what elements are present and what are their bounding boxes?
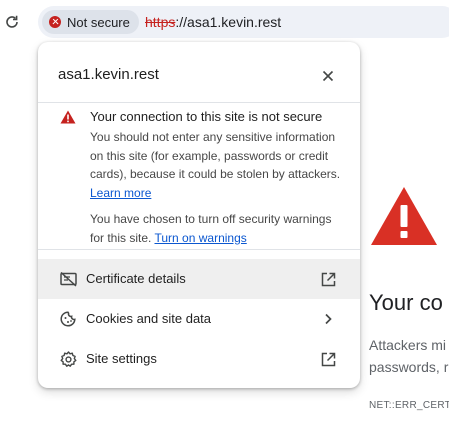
cookies-label: Cookies and site data	[86, 311, 212, 326]
certificate-details-row[interactable]: Certificate details	[38, 259, 360, 299]
browser-toolbar: Not secure https://asa1.kevin.rest	[0, 0, 449, 44]
page-heading: Your co	[369, 290, 443, 315]
divider	[38, 249, 360, 250]
url-host: ://asa1.kevin.rest	[175, 14, 282, 30]
cookies-row[interactable]: Cookies and site data	[38, 299, 360, 339]
open-external-icon	[319, 350, 337, 368]
certificate-icon	[59, 270, 77, 288]
reload-icon[interactable]	[2, 12, 22, 32]
site-settings-label: Site settings	[86, 351, 157, 366]
learn-more-link[interactable]: Learn more	[90, 186, 151, 200]
page-body-text: Attackers mi passwords, r	[369, 337, 449, 375]
page-error-code: NET::ERR_CERT_	[369, 400, 449, 411]
page-warning-icon	[371, 187, 437, 245]
chevron-right-icon	[319, 310, 337, 328]
close-button[interactable]	[318, 66, 338, 86]
close-icon	[322, 70, 334, 82]
security-heading: Your connection to this site is not secu…	[90, 109, 323, 124]
url-scheme: https	[145, 14, 176, 30]
address-bar[interactable]: Not secure https://asa1.kevin.rest	[38, 6, 449, 38]
not-secure-label: Not secure	[67, 14, 130, 30]
security-body: You should not enter any sensitive infor…	[90, 128, 342, 202]
settings-icon	[59, 350, 77, 368]
warning-icon	[60, 110, 76, 124]
site-info-popup: asa1.kevin.rest Your connection to this …	[38, 42, 360, 388]
divider	[38, 102, 360, 103]
security-body-text: You should not enter any sensitive infor…	[90, 130, 341, 181]
site-settings-row[interactable]: Site settings	[38, 339, 360, 379]
not-secure-chip[interactable]: Not secure	[42, 10, 139, 34]
url-text[interactable]: https://asa1.kevin.rest	[145, 14, 281, 30]
certificate-details-label: Certificate details	[86, 271, 186, 286]
warnings-off-text: You have chosen to turn off security war…	[90, 210, 342, 247]
not-secure-icon	[49, 16, 61, 28]
popup-title: asa1.kevin.rest	[58, 66, 159, 83]
cookie-icon	[59, 310, 77, 328]
turn-on-warnings-link[interactable]: Turn on warnings	[154, 231, 246, 245]
open-external-icon	[319, 270, 337, 288]
